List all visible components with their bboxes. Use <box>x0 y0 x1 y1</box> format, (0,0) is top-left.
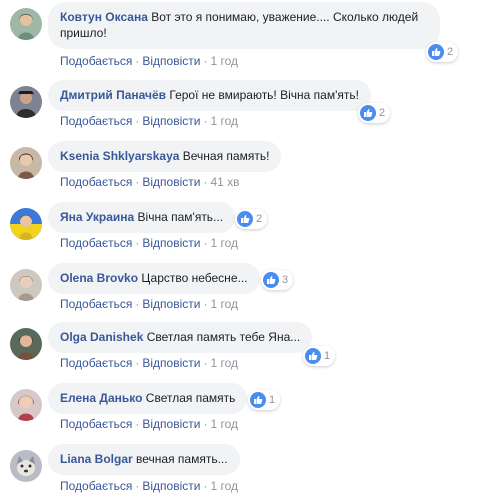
comment-actions: Подобається · Відповісти · 1 год <box>60 297 238 311</box>
comment-time[interactable]: 1 год <box>210 114 238 128</box>
comment-author[interactable]: Елена Данько <box>60 391 142 405</box>
comment-actions: Подобається · Відповісти · 1 год <box>60 236 238 250</box>
like-icon <box>237 211 253 227</box>
comment-text: вечная память... <box>136 452 228 466</box>
avatar[interactable] <box>10 86 42 118</box>
like-link[interactable]: Подобається <box>60 417 132 431</box>
reply-link[interactable]: Відповісти <box>142 417 200 431</box>
comment-bubble: Ksenia Shklyarskaya Вечная память! <box>48 141 282 172</box>
comment-author[interactable]: Ковтун Оксана <box>60 10 148 24</box>
like-link[interactable]: Подобається <box>60 356 132 370</box>
comment-bubble: Olena Brovko Царство небесне... <box>48 263 260 294</box>
comment-author[interactable]: Яна Украина <box>60 210 134 224</box>
reaction-count-value: 1 <box>269 394 276 406</box>
reply-link[interactable]: Відповісти <box>142 297 200 311</box>
comment-actions: Подобається · Відповісти · 41 хв <box>60 175 240 189</box>
comment-time[interactable]: 1 год <box>210 479 238 493</box>
comment-text: Вечная память! <box>182 149 270 163</box>
avatar[interactable] <box>10 147 42 179</box>
comment-actions: Подобається · Відповісти · 1 год <box>60 114 238 128</box>
comment-bubble: Дмитрий Паначёв Герої не вмирають! Вічна… <box>48 80 371 111</box>
like-icon <box>250 392 266 408</box>
comment-author[interactable]: Дмитрий Паначёв <box>60 88 166 102</box>
avatar[interactable] <box>10 328 42 360</box>
like-icon <box>263 272 279 288</box>
reaction-count[interactable]: 3 <box>261 270 294 290</box>
like-link[interactable]: Подобається <box>60 236 132 250</box>
comment-text: Светлая память <box>145 391 236 405</box>
reaction-count-value: 3 <box>282 274 289 286</box>
reaction-count-value: 2 <box>379 107 386 119</box>
comment-text: Вічна пам'ять... <box>137 210 224 224</box>
like-icon <box>305 348 321 364</box>
reply-link[interactable]: Відповісти <box>142 54 200 68</box>
comment-actions: Подобається · Відповісти · 1 год <box>60 54 238 68</box>
like-link[interactable]: Подобається <box>60 479 132 493</box>
comment-bubble: Liana Bolgar вечная память... <box>48 444 240 475</box>
reaction-count[interactable]: 2 <box>426 42 459 62</box>
reaction-count-value: 1 <box>324 350 331 362</box>
comment-bubble: Елена Данько Светлая память <box>48 383 248 414</box>
reply-link[interactable]: Відповісти <box>142 356 200 370</box>
avatar[interactable] <box>10 450 42 482</box>
comment-text: Светлая память тебе Яна... <box>146 330 301 344</box>
comment-author[interactable]: Olena Brovko <box>60 271 138 285</box>
reply-link[interactable]: Відповісти <box>142 114 200 128</box>
avatar[interactable] <box>10 389 42 421</box>
like-link[interactable]: Подобається <box>60 297 132 311</box>
avatar[interactable] <box>10 8 42 40</box>
like-icon <box>360 105 376 121</box>
comment-author[interactable]: Olga Danishek <box>60 330 143 344</box>
comment-author[interactable]: Liana Bolgar <box>60 452 133 466</box>
comment-actions: Подобається · Відповісти · 1 год <box>60 356 238 370</box>
reply-link[interactable]: Відповісти <box>142 479 200 493</box>
like-link[interactable]: Подобається <box>60 175 132 189</box>
like-icon <box>428 44 444 60</box>
comment-text: Царство небесне... <box>141 271 248 285</box>
like-link[interactable]: Подобається <box>60 114 132 128</box>
comment-time[interactable]: 1 год <box>210 54 238 68</box>
comment-actions: Подобається · Відповісти · 1 год <box>60 479 238 493</box>
comment-time[interactable]: 1 год <box>210 356 238 370</box>
avatar[interactable] <box>10 269 42 301</box>
reaction-count-value: 2 <box>256 213 263 225</box>
comment-bubble: Яна Украина Вічна пам'ять... <box>48 202 236 233</box>
reaction-count[interactable]: 2 <box>358 103 391 123</box>
comment-time[interactable]: 1 год <box>210 236 238 250</box>
reaction-count[interactable]: 1 <box>303 346 336 366</box>
reply-link[interactable]: Відповісти <box>142 175 200 189</box>
reply-link[interactable]: Відповісти <box>142 236 200 250</box>
reaction-count-value: 2 <box>447 46 454 58</box>
reaction-count[interactable]: 2 <box>235 209 268 229</box>
comment-bubble: Ковтун Оксана Вот это я понимаю, уважени… <box>48 2 440 49</box>
like-link[interactable]: Подобається <box>60 54 132 68</box>
avatar[interactable] <box>10 208 42 240</box>
comment-time[interactable]: 41 хв <box>210 175 239 189</box>
comment-time[interactable]: 1 год <box>210 417 238 431</box>
comment-author[interactable]: Ksenia Shklyarskaya <box>60 149 179 163</box>
comment-bubble: Olga Danishek Светлая память тебе Яна... <box>48 322 313 353</box>
reaction-count[interactable]: 1 <box>248 390 281 410</box>
comment-text: Герої не вмирають! Вічна пам'ять! <box>169 88 359 102</box>
comment-actions: Подобається · Відповісти · 1 год <box>60 417 238 431</box>
comment-time[interactable]: 1 год <box>210 297 238 311</box>
